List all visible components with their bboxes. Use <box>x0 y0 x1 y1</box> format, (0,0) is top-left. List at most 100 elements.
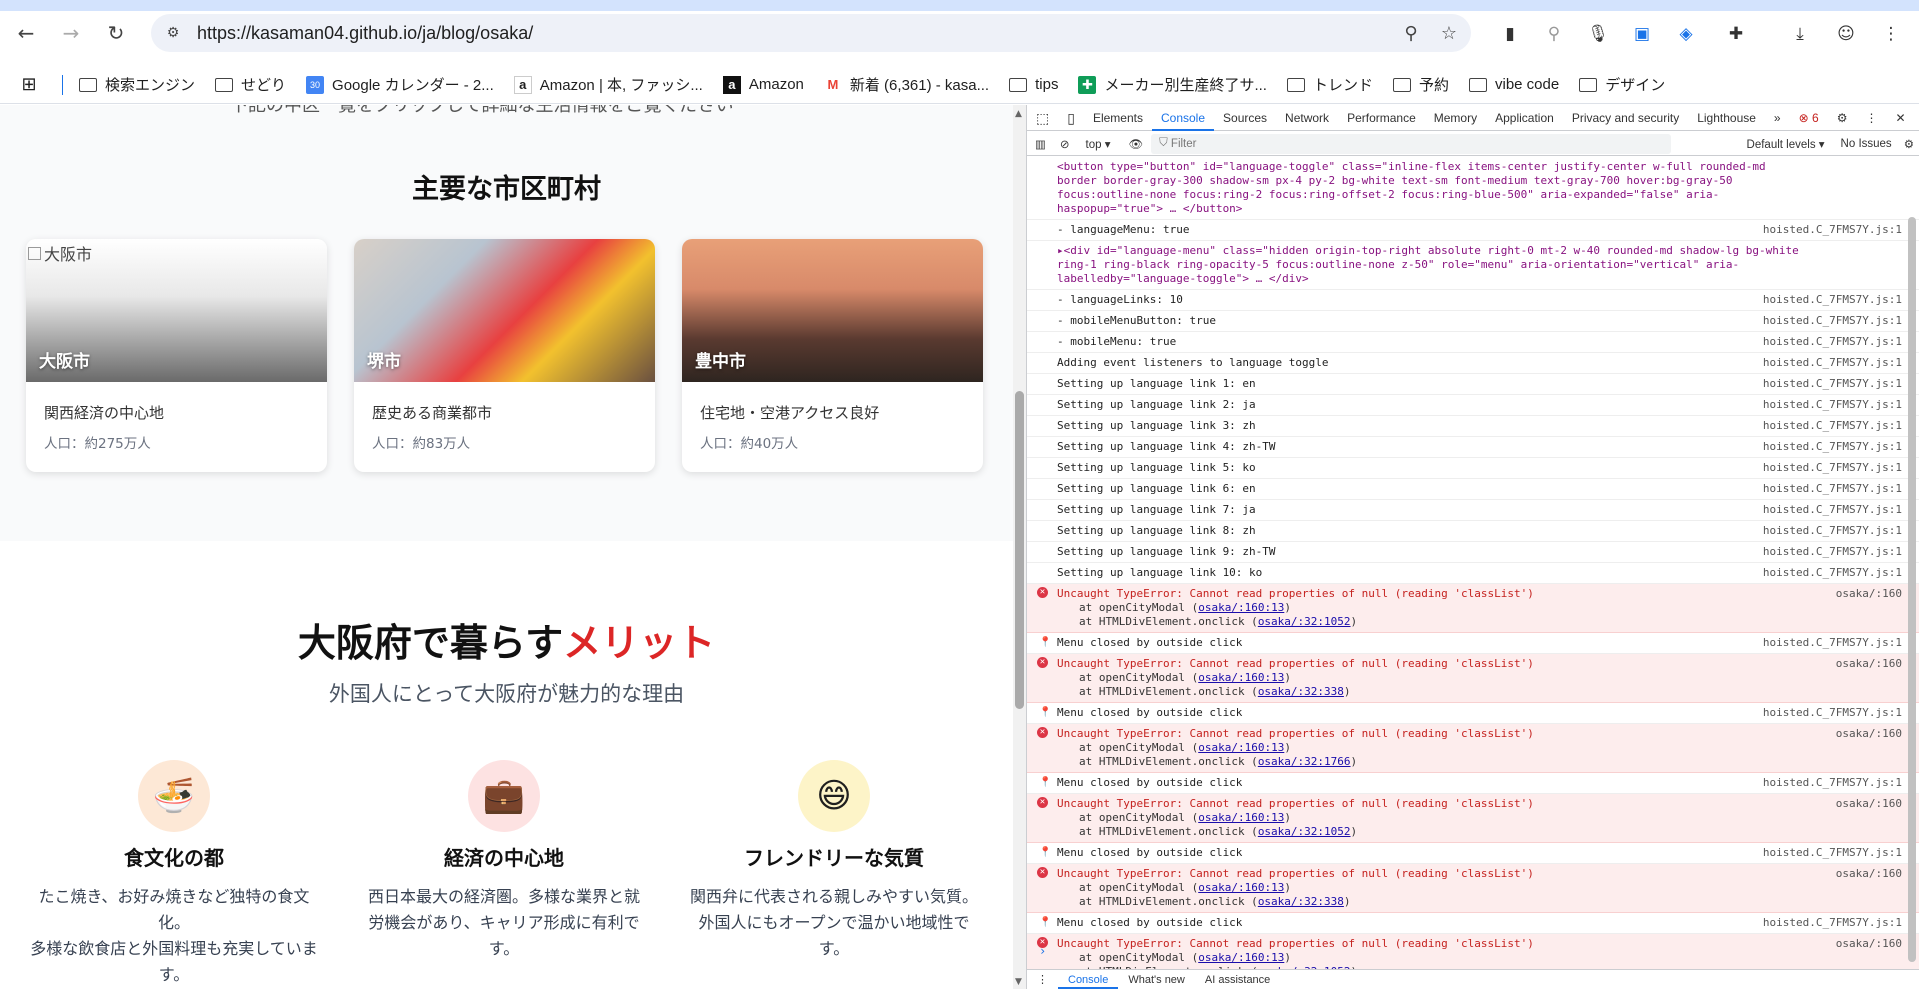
url-text[interactable]: https://kasaman04.github.io/ja/blog/osak… <box>197 23 1395 44</box>
live-expression-eye-icon[interactable]: 👁 <box>1120 137 1151 151</box>
drawer-tab-ai[interactable]: AI assistance <box>1195 974 1280 986</box>
console-log[interactable]: Setting up language link 6: en hoisted.C_… <box>1027 479 1919 500</box>
log-source-link[interactable]: hoisted.C_7FMS7Y.js:1 <box>1763 293 1902 307</box>
log-source-link[interactable]: hoisted.C_7FMS7Y.js:1 <box>1763 398 1902 412</box>
log-source-link[interactable]: hoisted.C_7FMS7Y.js:1 <box>1763 524 1902 538</box>
html-node[interactable]: ▸<div id="language-menu" class="hidden o… <box>1057 244 1805 285</box>
address-bar[interactable]: ⚙ https://kasaman04.github.io/ja/blog/os… <box>151 14 1471 52</box>
console-error[interactable]: ✕ Uncaught TypeError: Cannot read propert… <box>1027 584 1919 633</box>
reload-button[interactable]: ↻ <box>101 18 131 48</box>
stack-link[interactable]: osaka/:32:338 <box>1258 685 1344 698</box>
tab-privacy[interactable]: Privacy and security <box>1563 105 1688 131</box>
console-log-menu[interactable]: 📍 Menu closed by outside click hoisted.C_7… <box>1027 913 1919 934</box>
console-log[interactable]: ▸<div id="language-menu" class="hidden o… <box>1027 241 1919 290</box>
bookmark-folder[interactable]: 予約 <box>1383 70 1459 100</box>
settings-gear-icon[interactable]: ⚙ <box>1828 105 1857 131</box>
bookmark-folder[interactable]: デザイン <box>1569 70 1675 100</box>
scrollbar-thumb[interactable] <box>1015 391 1024 709</box>
zoom-icon[interactable]: ⚲ <box>1395 23 1427 44</box>
bookmark-folder[interactable]: vibe code <box>1459 70 1569 100</box>
console-log[interactable]: <button type="button" id="language-toggl… <box>1027 157 1919 220</box>
log-source-link[interactable]: hoisted.C_7FMS7Y.js:1 <box>1763 636 1902 650</box>
bookmark-link[interactable]: ✚ メーカー別生産終了サ... <box>1068 70 1277 100</box>
log-source-link[interactable]: hoisted.C_7FMS7Y.js:1 <box>1763 916 1902 930</box>
log-levels-select[interactable]: Default levels ▾ <box>1737 137 1835 151</box>
back-button[interactable]: ← <box>11 18 41 48</box>
city-card-sakai[interactable]: 堺市 歴史ある商業都市 人口：約83万人 <box>354 239 655 472</box>
tab-performance[interactable]: Performance <box>1338 105 1425 131</box>
console-log[interactable]: Setting up language link 1: en hoisted.C_… <box>1027 374 1919 395</box>
bookmark-folder[interactable]: トレンド <box>1277 70 1383 100</box>
console-log[interactable]: - mobileMenuButton: true hoisted.C_7FMS7Y… <box>1027 311 1919 332</box>
context-select[interactable]: top ▾ <box>1076 137 1121 151</box>
extensions-puzzle-icon[interactable]: ✚ <box>1722 20 1750 48</box>
console-log[interactable]: Setting up language link 7: ja hoisted.C_… <box>1027 500 1919 521</box>
stack-link[interactable]: osaka/:32:1052 <box>1258 615 1351 628</box>
microphone-icon[interactable]: 🎙 <box>1584 20 1612 48</box>
console-log[interactable]: - mobileMenu: true hoisted.C_7FMS7Y.js:1 <box>1027 332 1919 353</box>
console-log[interactable]: Adding event listeners to language toggl… <box>1027 353 1919 374</box>
console-error[interactable]: ✕ Uncaught TypeError: Cannot read propert… <box>1027 864 1919 913</box>
log-source-link[interactable]: osaka/:160 <box>1836 797 1902 811</box>
console-log[interactable]: Setting up language link 4: zh-TW hoisted… <box>1027 437 1919 458</box>
log-source-link[interactable]: hoisted.C_7FMS7Y.js:1 <box>1763 776 1902 790</box>
log-source-link[interactable]: osaka/:160 <box>1836 867 1902 881</box>
console-scrollbar-thumb[interactable] <box>1908 217 1916 962</box>
extension-search-icon[interactable]: ⚲ <box>1540 20 1568 48</box>
site-info-icon[interactable]: ⚙ <box>159 19 187 47</box>
bookmark-folder[interactable]: 検索エンジン <box>69 70 205 100</box>
console-log[interactable]: Setting up language link 9: zh-TW hoisted… <box>1027 542 1919 563</box>
stack-link[interactable]: osaka/:32:338 <box>1258 895 1344 908</box>
console-log[interactable]: Setting up language link 8: zh hoisted.C_… <box>1027 521 1919 542</box>
tab-network[interactable]: Network <box>1276 105 1338 131</box>
extension-capture-icon[interactable]: ◈ <box>1672 20 1700 48</box>
drawer-tab-console[interactable]: Console <box>1058 970 1119 989</box>
console-log-menu[interactable]: 📍 Menu closed by outside click hoisted.C_7… <box>1027 633 1919 654</box>
menu-dots-icon[interactable]: ⋮ <box>1877 20 1905 48</box>
log-source-link[interactable]: osaka/:160 <box>1836 657 1902 671</box>
stack-link[interactable]: osaka/:32:1766 <box>1258 755 1351 768</box>
log-source-link[interactable]: osaka/:160 <box>1836 727 1902 741</box>
tab-application[interactable]: Application <box>1486 105 1563 131</box>
log-source-link[interactable]: hoisted.C_7FMS7Y.js:1 <box>1763 335 1902 349</box>
device-toggle-icon[interactable]: ▯ <box>1058 105 1084 131</box>
console-error[interactable]: ✕ Uncaught TypeError: Cannot read propert… <box>1027 794 1919 843</box>
issues-indicator[interactable]: No Issues <box>1835 138 1898 150</box>
sidebar-toggle-icon[interactable]: ▥ <box>1027 137 1054 151</box>
apps-grid-icon[interactable]: ⊞ <box>0 70 56 100</box>
devtools-menu-icon[interactable]: ⋮ <box>1856 105 1886 131</box>
console-log[interactable]: - languageMenu: true hoisted.C_7FMS7Y.js:… <box>1027 220 1919 241</box>
bookmark-link[interactable]: 30 Google カレンダー - 2... <box>296 70 504 100</box>
drawer-tab-whats-new[interactable]: What's new <box>1118 974 1195 986</box>
console-log[interactable]: Setting up language link 3: zh hoisted.C_… <box>1027 416 1919 437</box>
console-scrollbar[interactable] <box>1905 157 1919 969</box>
stack-link[interactable]: osaka/:160:13 <box>1198 741 1284 754</box>
extension-bookmark-icon[interactable]: ▮ <box>1496 20 1524 48</box>
console-prompt[interactable]: › <box>1039 944 1046 958</box>
bookmark-link[interactable]: a Amazon <box>713 70 814 100</box>
log-source-link[interactable]: hoisted.C_7FMS7Y.js:1 <box>1763 440 1902 454</box>
console-settings-icon[interactable]: ⚙ <box>1898 137 1919 151</box>
tab-sources[interactable]: Sources <box>1214 105 1276 131</box>
log-source-link[interactable]: hoisted.C_7FMS7Y.js:1 <box>1763 482 1902 496</box>
log-source-link[interactable]: hoisted.C_7FMS7Y.js:1 <box>1763 223 1902 237</box>
bookmark-folder[interactable]: せどり <box>205 70 296 100</box>
console-filter-input[interactable]: ⛉ Filter <box>1151 133 1672 154</box>
console-log-menu[interactable]: 📍 Menu closed by outside click hoisted.C_7… <box>1027 843 1919 864</box>
tab-memory[interactable]: Memory <box>1425 105 1486 131</box>
console-log[interactable]: Setting up language link 10: ko hoisted.C… <box>1027 563 1919 584</box>
console-error[interactable]: ✕ Uncaught TypeError: Cannot read propert… <box>1027 724 1919 773</box>
more-tabs-icon[interactable]: » <box>1765 105 1790 131</box>
console-log-menu[interactable]: 📍 Menu closed by outside click hoisted.C_7… <box>1027 773 1919 794</box>
bookmark-link[interactable]: M 新着 (6,361) - kasa... <box>814 70 999 100</box>
log-source-link[interactable]: hoisted.C_7FMS7Y.js:1 <box>1763 706 1902 720</box>
extension-video-icon[interactable]: ▣ <box>1628 20 1656 48</box>
tab-console[interactable]: Console <box>1151 105 1215 131</box>
scroll-down-arrow[interactable]: ▼ <box>1015 977 1022 987</box>
stack-link[interactable]: osaka/:160:13 <box>1198 881 1284 894</box>
page-scrollbar[interactable]: ▲ ▼ <box>1013 105 1026 989</box>
stack-link[interactable]: osaka/:160:13 <box>1198 601 1284 614</box>
stack-link[interactable]: osaka/:160:13 <box>1198 951 1284 964</box>
stack-link[interactable]: osaka/:160:13 <box>1198 811 1284 824</box>
log-source-link[interactable]: hoisted.C_7FMS7Y.js:1 <box>1763 356 1902 370</box>
